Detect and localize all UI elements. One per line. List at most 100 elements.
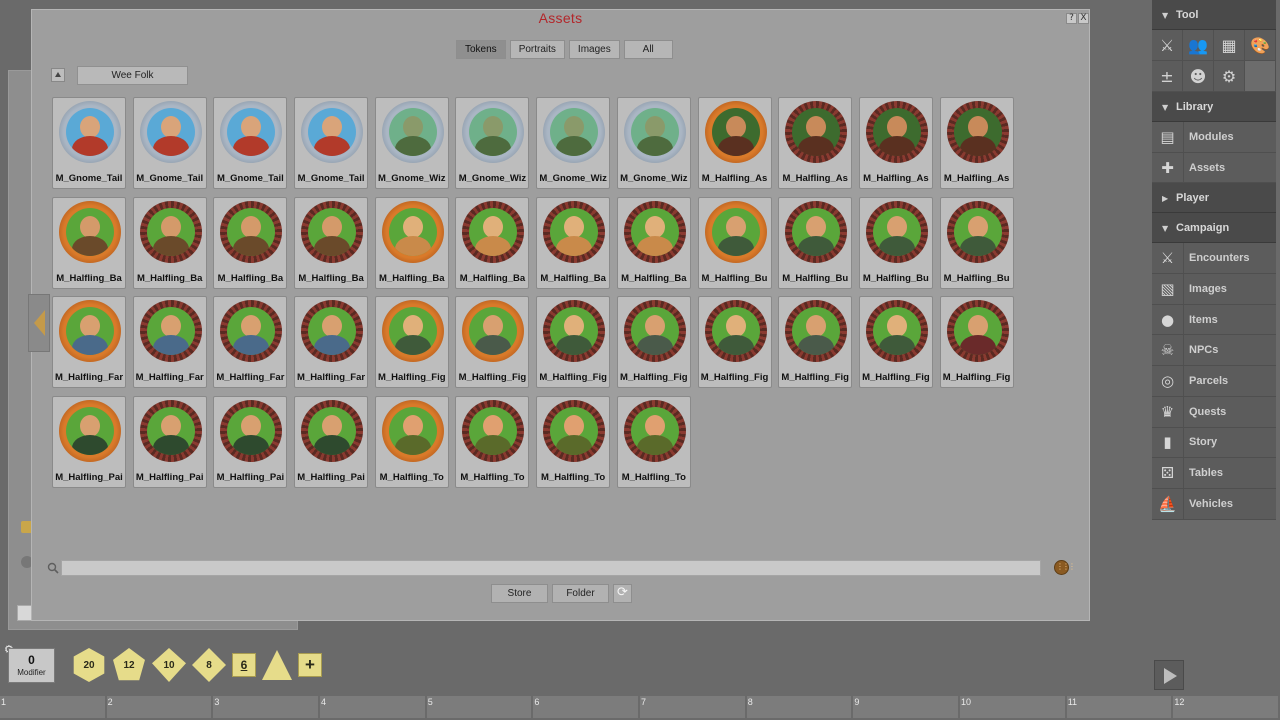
sidebar-item-quests[interactable]: ♛ Quests — [1152, 396, 1276, 428]
sidebar-item-vehicles[interactable]: ⛵ Vehicles — [1152, 488, 1276, 520]
refresh-icon[interactable]: ⟳ — [613, 584, 632, 603]
token-tile[interactable]: M_Gnome_Tail — [294, 97, 369, 189]
token-tile[interactable]: M_Halfling_Ba — [616, 196, 691, 289]
tab-images[interactable]: Images — [568, 40, 620, 59]
token-tile[interactable]: M_Halfling_Fig — [374, 296, 449, 388]
add-die-button[interactable]: + — [298, 653, 322, 677]
sidebar-section-player[interactable]: ▶ Player — [1152, 183, 1276, 214]
token-tile[interactable]: M_Halfling_Ba — [52, 196, 126, 289]
d10-die-icon[interactable]: 10 — [152, 648, 186, 682]
token-tile[interactable]: M_Halfling_Fig — [536, 296, 611, 388]
hotkey-slot[interactable]: 1 — [0, 696, 107, 718]
token-tile[interactable]: M_Halfling_Far — [213, 296, 288, 388]
sidebar-section-tool[interactable]: ▼ Tool — [1152, 0, 1276, 30]
d6-die-icon[interactable]: 6 — [232, 653, 256, 677]
play-icon[interactable] — [1154, 660, 1184, 690]
token-tile[interactable]: M_Gnome_Wiz — [374, 97, 449, 189]
token-tile[interactable]: M_Halfling_Ba — [132, 196, 207, 289]
hotkey-slot[interactable]: 9 — [853, 696, 961, 718]
token-tile[interactable]: M_Halfling_Fig — [697, 296, 772, 388]
palette-icon[interactable]: 🎨 — [1245, 30, 1276, 61]
hotkey-slot[interactable]: 4 — [320, 696, 427, 718]
sidebar-item-parcels[interactable]: ◎ Parcels — [1152, 365, 1276, 397]
sidebar-item-encounters[interactable]: ⚔ Encounters — [1152, 243, 1276, 275]
sidebar-item-tables[interactable]: ⚄ Tables — [1152, 458, 1276, 489]
sidebar-item-items[interactable]: ● Items — [1152, 304, 1276, 336]
token-tile[interactable]: M_Halfling_Far — [294, 296, 369, 388]
hotkey-slot[interactable]: 6 — [533, 696, 641, 718]
token-tile[interactable]: M_Gnome_Wiz — [616, 97, 691, 189]
token-tile[interactable]: M_Halfling_As — [778, 97, 853, 189]
token-tile[interactable]: M_Halfling_Ba — [455, 196, 530, 289]
token-tile[interactable]: M_Halfling_As — [697, 97, 772, 189]
d4-die-icon[interactable] — [262, 650, 292, 680]
d12-die-icon[interactable]: 12 — [113, 648, 145, 681]
token-tile[interactable]: M_Halfling_Bu — [939, 196, 1014, 289]
calendar-icon[interactable]: ▦ — [1214, 30, 1245, 61]
hotkey-slot[interactable]: 12 — [1173, 696, 1280, 718]
hotkey-slot[interactable]: 8 — [746, 696, 854, 718]
modifier-icon[interactable]: ± — [1152, 61, 1183, 92]
sidebar-item-images[interactable]: ▧ Images — [1152, 273, 1276, 305]
token-tile[interactable]: M_Halfling_Ba — [213, 196, 288, 289]
token-tile[interactable]: M_Halfling_Far — [52, 296, 126, 388]
token-tile[interactable]: M_Gnome_Tail — [213, 97, 288, 189]
token-tile[interactable]: M_Halfling_Bu — [858, 196, 933, 289]
token-tile[interactable]: M_Halfling_As — [858, 97, 933, 189]
search-input[interactable] — [61, 560, 1041, 576]
current-folder[interactable]: Wee Folk — [77, 66, 188, 85]
sidebar-item-story[interactable]: ▮ Story — [1152, 427, 1276, 459]
tab-all[interactable]: All — [623, 40, 673, 59]
hotkey-slot[interactable]: 2 — [106, 696, 214, 718]
token-tile[interactable]: M_Halfling_Ba — [294, 196, 369, 289]
d20-die-icon[interactable]: 20 — [73, 648, 105, 682]
hotkey-slot[interactable]: 5 — [426, 696, 534, 718]
token-tile[interactable]: M_Halfling_To — [536, 395, 611, 488]
party-icon[interactable]: 👥 — [1183, 30, 1214, 61]
token-tile[interactable]: M_Halfling_As — [939, 97, 1014, 189]
token-tile[interactable]: M_Halfling_Pai — [213, 395, 288, 488]
hotkey-slot[interactable]: 3 — [213, 696, 321, 718]
sidebar-section-library[interactable]: ▼ Library — [1152, 92, 1276, 122]
hotkey-slot[interactable]: 10 — [960, 696, 1067, 718]
token-tile[interactable]: M_Halfling_Ba — [374, 196, 449, 289]
hotkey-slot[interactable]: 7 — [640, 696, 747, 718]
token-tile[interactable]: M_Halfling_To — [374, 395, 449, 488]
close-button[interactable]: X — [1078, 13, 1089, 24]
sidebar-item-npcs[interactable]: ☠ NPCs — [1152, 335, 1276, 367]
token-tile[interactable]: M_Halfling_To — [455, 395, 530, 488]
token-tile[interactable]: M_Halfling_Fig — [616, 296, 691, 388]
options-gear-icon[interactable]: ⚙ — [1214, 61, 1245, 92]
crossed-swords-icon[interactable]: ⚔ — [1152, 30, 1183, 61]
effects-icon[interactable]: ☻ — [1183, 61, 1214, 92]
help-button[interactable]: ? — [1066, 13, 1077, 24]
token-tile[interactable]: M_Gnome_Wiz — [536, 97, 611, 189]
d8-die-icon[interactable]: 8 — [192, 648, 226, 682]
token-tile[interactable]: M_Halfling_To — [616, 395, 691, 488]
folder-up-button[interactable] — [51, 68, 65, 82]
token-tile[interactable]: M_Halfling_Far — [132, 296, 207, 388]
view-grid-icon[interactable] — [1054, 560, 1074, 575]
modifier-box[interactable]: 0 Modifier — [8, 648, 55, 683]
token-tile[interactable]: M_Halfling_Pai — [52, 395, 126, 488]
token-tile[interactable]: M_Gnome_Wiz — [455, 97, 530, 189]
sidebar-item-assets[interactable]: ✚ Assets — [1152, 152, 1276, 184]
token-tile[interactable]: M_Halfling_Fig — [858, 296, 933, 388]
tab-tokens[interactable]: Tokens — [456, 40, 506, 59]
token-tile[interactable]: M_Halfling_Bu — [697, 196, 772, 289]
store-button[interactable]: Store — [491, 584, 548, 603]
token-tile[interactable]: M_Gnome_Tail — [132, 97, 207, 189]
token-tile[interactable]: M_Halfling_Pai — [132, 395, 207, 488]
tab-portraits[interactable]: Portraits — [509, 40, 565, 59]
folder-button[interactable]: Folder — [552, 584, 609, 603]
hotkey-slot[interactable]: 11 — [1066, 696, 1174, 718]
previous-page-arrow[interactable] — [28, 294, 50, 352]
token-tile[interactable]: M_Halfling_Fig — [939, 296, 1014, 388]
token-tile[interactable]: M_Gnome_Tail — [52, 97, 126, 189]
token-tile[interactable]: M_Halfling_Pai — [294, 395, 369, 488]
token-tile[interactable]: M_Halfling_Fig — [778, 296, 853, 388]
token-tile[interactable]: M_Halfling_Bu — [778, 196, 853, 289]
sidebar-item-modules[interactable]: ▤ Modules — [1152, 121, 1276, 153]
token-tile[interactable]: M_Halfling_Ba — [536, 196, 611, 289]
token-tile[interactable]: M_Halfling_Fig — [455, 296, 530, 388]
